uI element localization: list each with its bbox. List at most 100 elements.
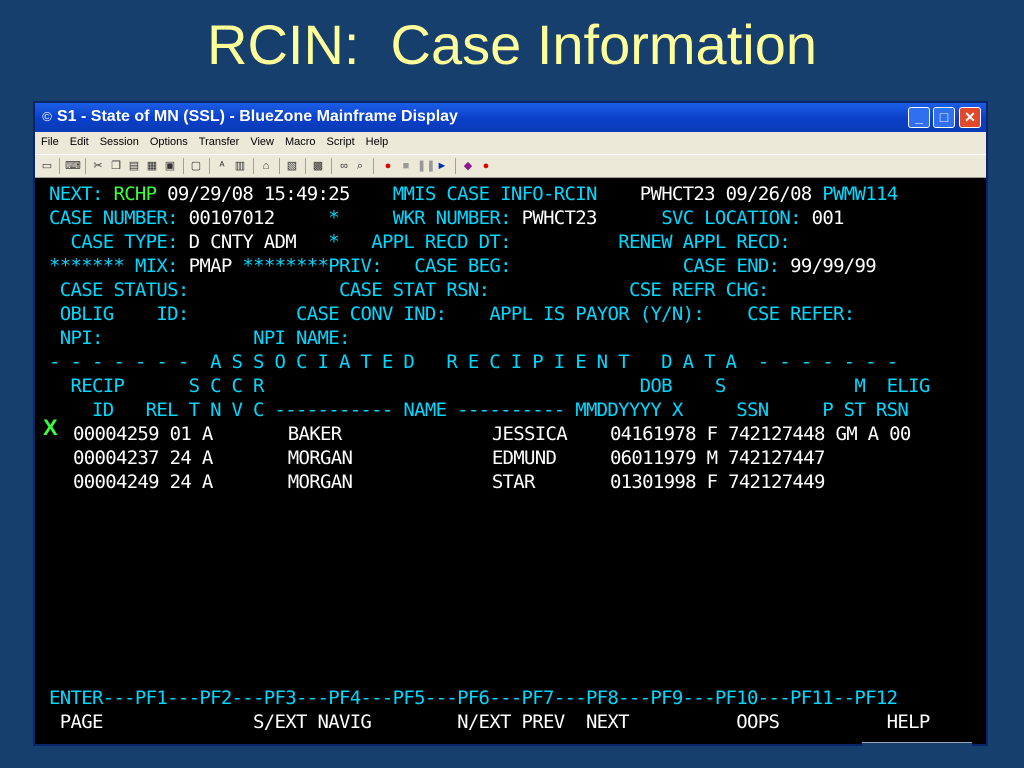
menu-transfer[interactable]: Transfer: [193, 132, 245, 148]
session-config-icon[interactable]: ⌨: [65, 159, 81, 173]
svc-location-value[interactable]: 001: [812, 207, 845, 229]
column-header-2: ID REL T N V C ----------- NAME --------…: [49, 399, 909, 421]
home-icon[interactable]: ⌂: [259, 159, 273, 173]
case-status-row: CASE STATUS: CASE STAT RSN: CSE REFR CHG…: [49, 278, 770, 302]
column-header-1: RECIP S C C R DOB S M ELIG: [49, 375, 930, 397]
npi-label: NPI:: [59, 327, 104, 349]
toolbar-separator: [85, 158, 86, 174]
slide-title: RCIN: Case Information: [207, 13, 817, 76]
case-type-row: CASE TYPE: D CNTY ADM * APPL RECD DT: RE…: [49, 230, 790, 254]
case-conv-ind-label: CASE CONV IND:: [296, 303, 447, 325]
case-type-label: CASE TYPE:: [70, 231, 178, 253]
menu-file[interactable]: File: [35, 132, 64, 148]
window-title: S1 - State of MN (SSL) - BlueZone Mainfr…: [57, 108, 458, 125]
svc-location-label: SVC LOCATION:: [661, 207, 801, 229]
recipient-row[interactable]: 00004249 24 A MORGAN STAR 01301998 F 742…: [73, 470, 825, 494]
record-icon[interactable]: ●: [381, 159, 395, 173]
case-end-label: CASE END:: [682, 255, 780, 277]
recipient-row[interactable]: 00004259 01 A BAKER JESSICA 04161978 F 7…: [73, 422, 911, 446]
case-type-value[interactable]: D CNTY ADM: [189, 231, 297, 253]
menu-macro[interactable]: Macro: [279, 132, 321, 148]
recipient-row[interactable]: 00004237 24 A MORGAN EDMUND 06011979 M 7…: [73, 446, 825, 470]
document-icon[interactable]: ▧: [285, 159, 299, 173]
oblig-id-label: ID:: [156, 303, 189, 325]
apple-icon[interactable]: ●: [479, 159, 493, 173]
cut-icon[interactable]: ✂: [91, 159, 105, 173]
toolbar-separator: [183, 158, 184, 174]
star-marker: *: [328, 207, 339, 229]
play-icon[interactable]: ►: [435, 159, 449, 173]
pause-icon[interactable]: ❚❚: [417, 159, 435, 173]
star-marker: *: [328, 231, 339, 253]
font-icon[interactable]: ᴬ: [215, 159, 229, 173]
npi-name-label: NPI NAME:: [253, 327, 350, 349]
toolbar-separator: [279, 158, 280, 174]
case-stat-rsn-label: CASE STAT RSN:: [338, 279, 490, 301]
toolbar-separator: [305, 158, 306, 174]
display-icon[interactable]: ▢: [189, 159, 203, 173]
glasses-icon[interactable]: ∞: [337, 159, 351, 173]
menu-options[interactable]: Options: [144, 132, 193, 148]
screen-title: MMIS CASE INFO-RCIN: [392, 183, 598, 205]
appl-recd-label: APPL RECD DT:: [371, 231, 511, 253]
appl-is-payor-label: APPL IS PAYOR (Y/N):: [489, 303, 705, 325]
npi-row: NPI: NPI NAME:: [49, 326, 351, 350]
case-end-value[interactable]: 99/99/99: [790, 255, 877, 277]
paste-icon[interactable]: ▤: [127, 159, 141, 173]
print-screen-icon[interactable]: ▣: [163, 159, 177, 173]
toolbar-separator: [253, 158, 254, 174]
toolbar-separator: [455, 158, 456, 174]
case-number-row: CASE NUMBER: 00107012 * WKR NUMBER: PWHC…: [49, 206, 845, 230]
copy-icon[interactable]: ❐: [109, 159, 123, 173]
mix-row: ******* MIX: PMAP ********PRIV: CASE BEG…: [49, 254, 877, 278]
priv-label: PRIV:: [328, 255, 382, 277]
menu-view[interactable]: View: [244, 132, 279, 148]
mix-label: MIX:: [134, 255, 179, 277]
wkr-number-value[interactable]: PWHCT23: [522, 207, 598, 229]
stop-icon[interactable]: ■: [399, 159, 413, 173]
terminal-screen[interactable]: NEXT: RCHP 09/29/08 15:49:25 MMIS CASE I…: [35, 178, 986, 744]
section-banner: - - - - - - - A S S O C I A T E D R E C …: [49, 351, 898, 373]
pf-key-row: ENTER---PF1---PF2---PF3---PF4---PF5---PF…: [49, 687, 898, 709]
pf-key-icon[interactable]: ▩: [311, 159, 325, 173]
toolbar: ▭ ⌨ ✂ ❐ ▤ ▦ ▣ ▢ ᴬ ▥ ⌂ ▧ ▩ ∞ ⌕ ● ■ ❚❚ ► ◆…: [35, 154, 986, 178]
case-number-value[interactable]: 00107012: [189, 207, 276, 229]
next-label: NEXT:: [49, 183, 103, 205]
menu-help[interactable]: Help: [360, 132, 394, 148]
menu-bar: File Edit Session Options Transfer View Macro S…: [35, 132, 986, 154]
stars-right: ********: [242, 255, 329, 277]
datetime: 09/29/08 15:49:25: [167, 183, 350, 205]
menu-edit[interactable]: Edit: [64, 132, 94, 148]
book-icon[interactable]: ◆: [461, 159, 475, 173]
cse-refer-label: CSE REFER:: [747, 303, 855, 325]
next-command-field[interactable]: RCHP: [113, 183, 157, 205]
toolbar-separator: [331, 158, 332, 174]
minimize-button[interactable]: _: [908, 107, 930, 128]
oblig-label: OBLIG: [59, 303, 114, 325]
keyboard-map-icon[interactable]: ▥: [233, 159, 247, 173]
stars-left: *******: [49, 255, 125, 277]
cse-refr-chg-label: CSE REFR CHG:: [628, 279, 769, 301]
mix-value[interactable]: PMAP: [189, 255, 233, 277]
corner-logo-strip: [862, 742, 972, 753]
bluezone-app-icon: ©: [42, 109, 52, 124]
menu-session[interactable]: Session: [94, 132, 144, 148]
pf-label-row: PAGE S/EXT NAVIG N/EXT PREV NEXT OOPS HE…: [49, 711, 931, 733]
bluezone-window: © S1 - State of MN (SSL) - BlueZone Main…: [33, 101, 988, 746]
connect-icon[interactable]: ▭: [40, 159, 54, 173]
terminal-id: PWMW114: [822, 183, 898, 205]
case-number-label: CASE NUMBER:: [49, 207, 179, 229]
menu-script[interactable]: Script: [321, 132, 360, 148]
toolbar-separator: [373, 158, 374, 174]
oblig-row: OBLIG ID: CASE CONV IND: APPL IS PAYOR (…: [49, 302, 855, 326]
toolbar-separator: [59, 158, 60, 174]
wkr-number-label: WKR NUMBER:: [392, 207, 512, 229]
user-date: PWHCT23 09/26/08: [639, 183, 813, 205]
window-titlebar[interactable]: © S1 - State of MN (SSL) - BlueZone Main…: [35, 103, 986, 132]
maximize-button[interactable]: □: [933, 107, 955, 128]
selection-mark[interactable]: X: [43, 415, 58, 441]
zoom-icon[interactable]: ⌕: [353, 159, 367, 173]
close-button[interactable]: ✕: [959, 107, 981, 128]
toolbar-separator: [209, 158, 210, 174]
print-icon[interactable]: ▦: [145, 159, 159, 173]
